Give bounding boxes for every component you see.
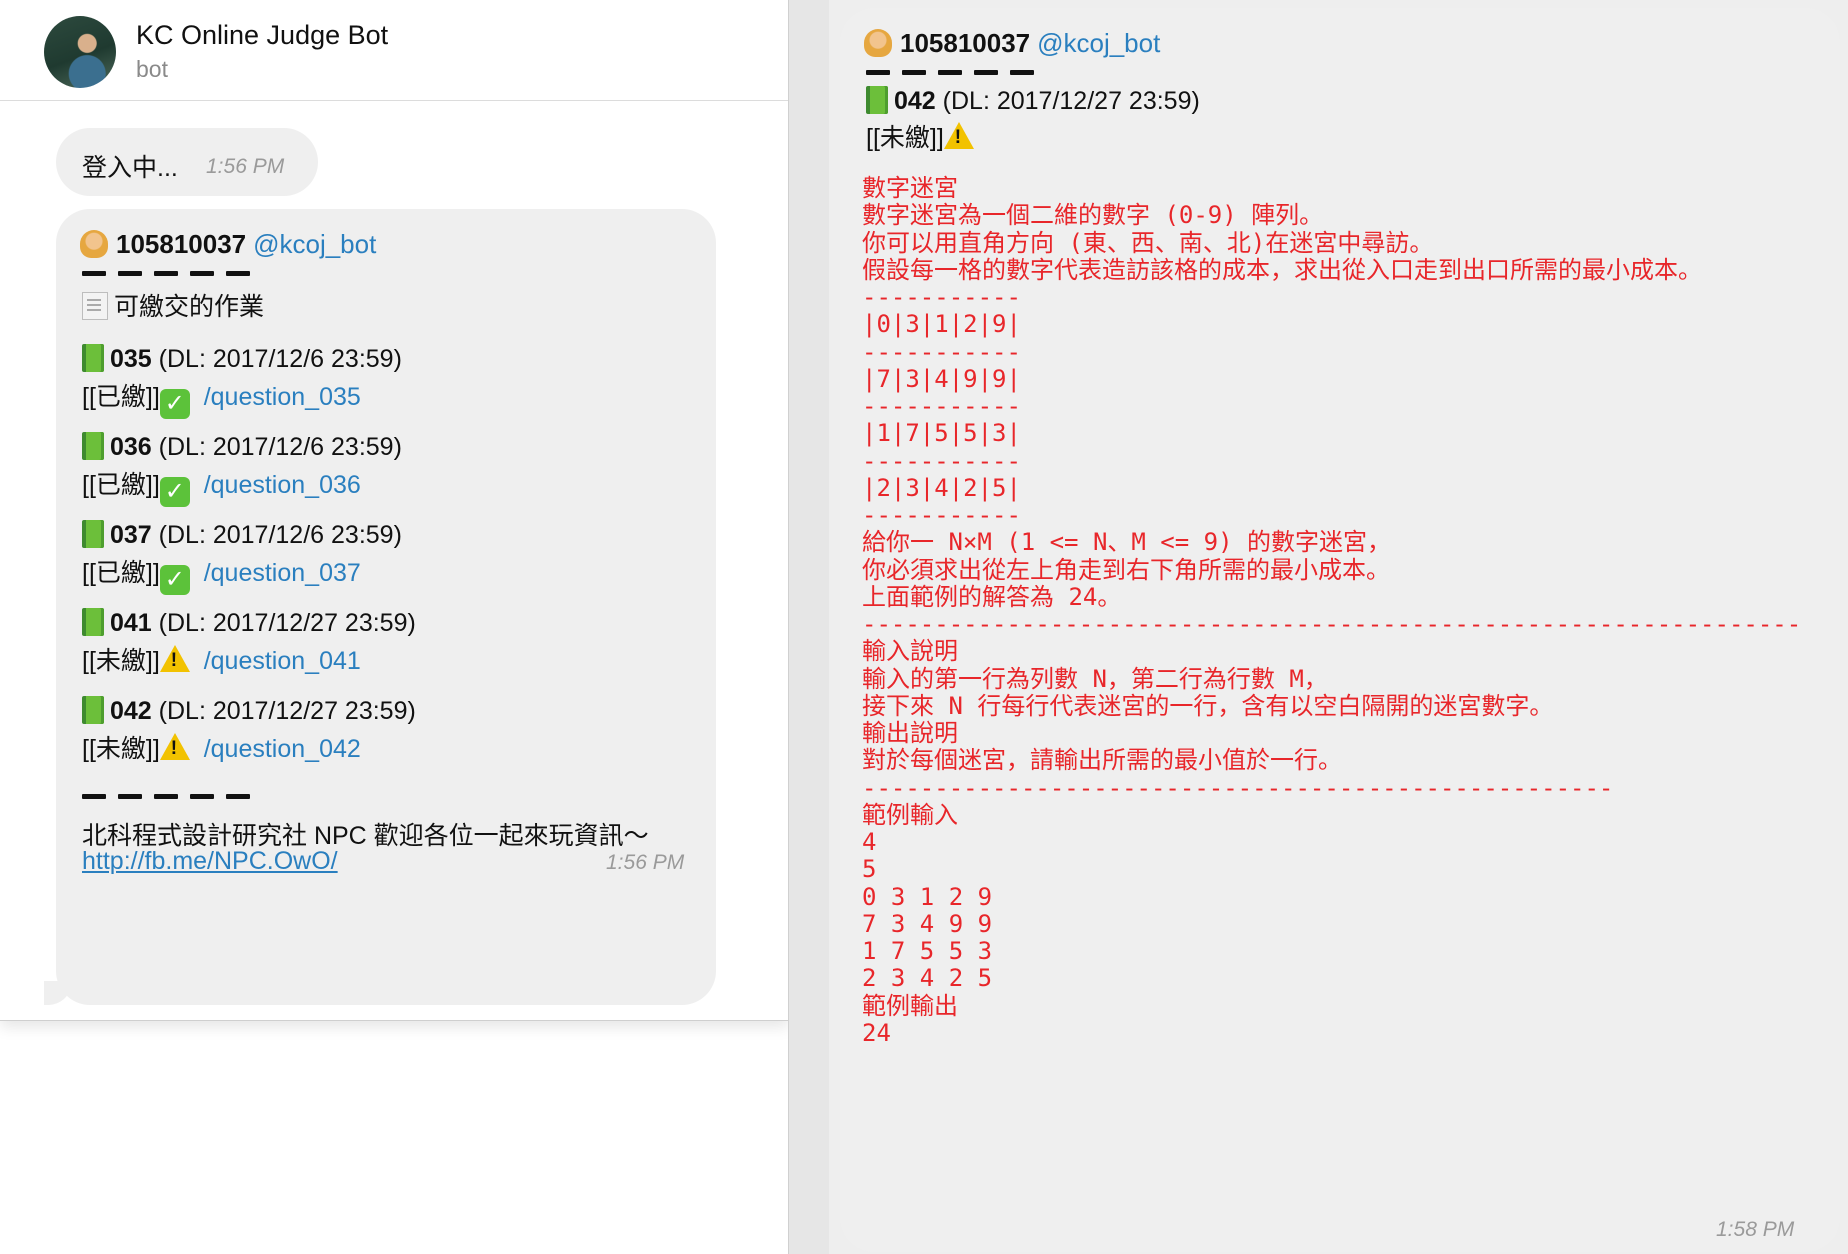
menu-heading-text: 可繳交的作業 [114, 293, 265, 321]
question-status-line: [[未繳]] [866, 118, 974, 154]
check-icon: ✓ [159, 477, 190, 507]
message-sender-line: 105810037 @kcoj_bot [864, 28, 1160, 59]
assignment-deadline: (DL: 2017/12/6 23:59) [158, 521, 402, 549]
assignment-item-status: [[已繳]] ✓ /question_037 [82, 553, 361, 595]
message-text: 登入中... [82, 154, 178, 182]
assignment-deadline: (DL: 2017/12/27 23:59) [158, 697, 416, 725]
question-status: [[未繳]] [866, 124, 944, 152]
green-book-icon [82, 696, 104, 724]
green-book-icon [82, 520, 104, 548]
warning-icon [159, 733, 190, 760]
message-bubble-question: 105810037 @kcoj_bot 042 (DL: 2017/12/27 … [840, 8, 1840, 1252]
question-command-link[interactable]: /question_042 [204, 735, 361, 763]
assignment-item-status: [[未繳]] /question_042 [82, 729, 361, 765]
assignment-status: [[未繳]] [82, 647, 160, 675]
chat-window-left: KC Online Judge Bot bot 登入中... 1:56 PM 1… [0, 0, 789, 1021]
assignment-id: 036 [110, 433, 152, 461]
dash-divider [866, 70, 1034, 75]
divider-line: ----------------------------------------… [862, 610, 1802, 638]
person-tipping-hand-icon [864, 29, 892, 57]
dash-divider [82, 794, 250, 799]
sender-id: 105810037 [900, 28, 1031, 58]
question-command-link[interactable]: /question_035 [204, 383, 361, 411]
assignment-id: 037 [110, 521, 152, 549]
assignment-status: [[已繳]] [82, 471, 160, 499]
question-title-line: 042 (DL: 2017/12/27 23:59) [866, 86, 1200, 116]
message-sender-line: 105810037 @kcoj_bot [80, 229, 376, 260]
assignment-item-title: 035 (DL: 2017/12/6 23:59) [82, 344, 402, 374]
green-book-icon [82, 608, 104, 636]
assignment-item-title: 036 (DL: 2017/12/6 23:59) [82, 432, 402, 462]
facebook-link[interactable]: http://fb.me/NPC.OwO/ [82, 847, 338, 876]
memo-icon [82, 292, 108, 320]
check-icon: ✓ [159, 389, 190, 419]
question-command-link[interactable]: /question_036 [204, 471, 361, 499]
message-list[interactable]: 登入中... 1:56 PM 105810037 @kcoj_bot 可繳交的作… [0, 101, 788, 1019]
assignment-id: 041 [110, 609, 152, 637]
bot-handle-link[interactable]: @kcoj_bot [253, 229, 376, 259]
message-time: 1:58 PM [1716, 1218, 1795, 1241]
green-book-icon [82, 344, 104, 372]
sender-id: 105810037 [116, 229, 247, 259]
assignment-item-status: [[已繳]] ✓ /question_036 [82, 465, 361, 507]
assignment-deadline: (DL: 2017/12/6 23:59) [158, 345, 402, 373]
assignment-item-title: 037 (DL: 2017/12/6 23:59) [82, 520, 402, 550]
assignment-item-title: 041 (DL: 2017/12/27 23:59) [82, 608, 416, 638]
question-command-link[interactable]: /question_037 [204, 559, 361, 587]
question-command-link[interactable]: /question_041 [204, 647, 361, 675]
question-deadline: (DL: 2017/12/27 23:59) [942, 87, 1200, 115]
divider-line: ----------------------------------------… [862, 773, 1614, 802]
assignment-status: [[已繳]] [82, 559, 160, 587]
chat-subtitle: bot [136, 56, 168, 82]
question-id: 042 [894, 87, 936, 115]
problem-text-line: 24 [862, 1018, 891, 1047]
menu-heading: 可繳交的作業 [82, 287, 264, 323]
chat-window-right: 105810037 @kcoj_bot 042 (DL: 2017/12/27 … [788, 0, 1848, 1254]
message-bubble-menu: 105810037 @kcoj_bot 可繳交的作業 035 (DL: 2017… [56, 209, 716, 1005]
assignment-status: [[已繳]] [82, 383, 160, 411]
message-bubble-loading: 登入中... 1:56 PM [56, 128, 318, 196]
assignment-id: 042 [110, 697, 152, 725]
bot-avatar[interactable] [44, 16, 116, 88]
warning-icon [159, 645, 190, 672]
message-time: 1:56 PM [606, 851, 685, 874]
message-time: 1:56 PM [206, 155, 285, 178]
chat-title[interactable]: KC Online Judge Bot [136, 20, 388, 51]
window-gutter [788, 0, 829, 1254]
green-book-icon [82, 432, 104, 460]
warning-icon [943, 122, 974, 149]
assignment-status: [[未繳]] [82, 735, 160, 763]
problem-text-line: 接下來 N 行每行代表迷宮的一行，含有以空白隔開的迷宮數字。 [862, 691, 1554, 720]
assignment-item-status: [[已繳]] ✓ /question_035 [82, 377, 361, 419]
check-icon: ✓ [159, 565, 190, 595]
assignment-item-status: [[未繳]] /question_041 [82, 641, 361, 677]
dash-divider [82, 271, 250, 276]
assignment-deadline: (DL: 2017/12/27 23:59) [158, 609, 416, 637]
assignment-deadline: (DL: 2017/12/6 23:59) [158, 433, 402, 461]
chat-header: KC Online Judge Bot bot [0, 0, 788, 101]
person-tipping-hand-icon [80, 230, 108, 258]
assignment-id: 035 [110, 345, 152, 373]
bot-handle-link[interactable]: @kcoj_bot [1037, 28, 1160, 58]
green-book-icon [866, 86, 888, 114]
assignment-item-title: 042 (DL: 2017/12/27 23:59) [82, 696, 416, 726]
